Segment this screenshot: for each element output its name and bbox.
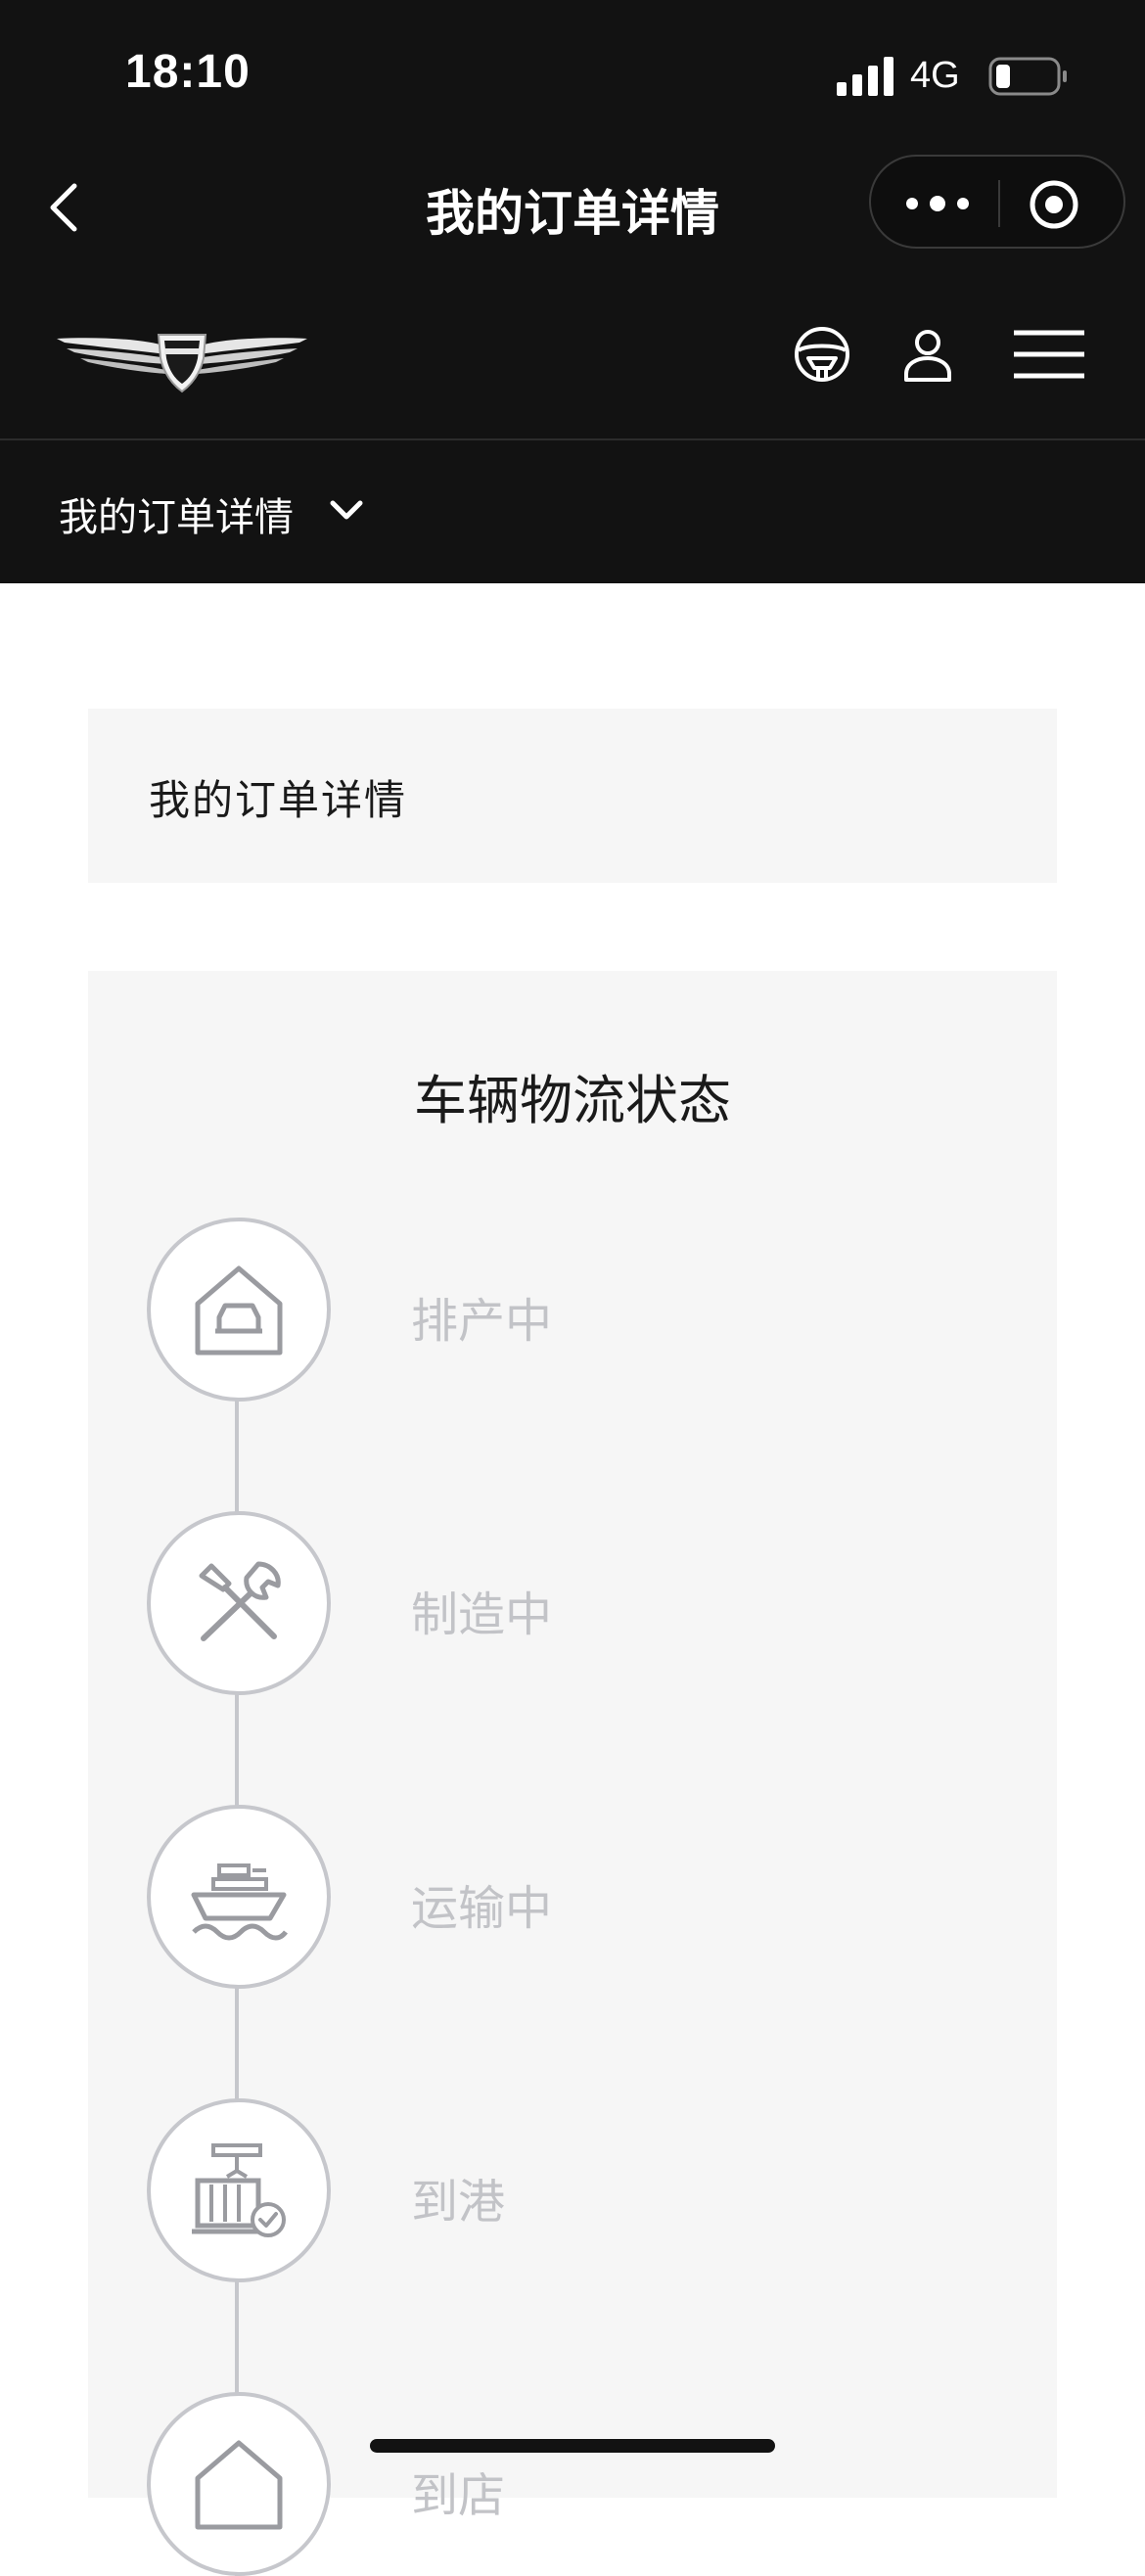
factory-icon	[195, 1265, 283, 1356]
step-circle	[147, 1805, 331, 1989]
step-label: 排产中	[411, 1294, 553, 1349]
more-dots-icon[interactable]	[898, 186, 977, 221]
step-circle	[147, 2392, 331, 2576]
network-label: 4G	[910, 55, 960, 96]
brand-header	[0, 274, 1145, 440]
tools-icon	[199, 1561, 281, 1641]
order-title: 我的订单详情	[149, 776, 408, 824]
step-circle	[147, 2098, 331, 2282]
capsule-divider	[998, 180, 1000, 227]
signal-icon	[837, 57, 893, 96]
close-target-icon[interactable]	[1028, 178, 1080, 231]
port-container-icon	[192, 2143, 286, 2237]
logistics-status-card: 车辆物流状态 排产中 制造中 运输中 到港 到店	[88, 971, 1057, 2576]
steering-wheel-icon[interactable]	[787, 319, 857, 390]
main-content: 我的订单详情 车辆物流状态 排产中 制造中 运输中 到港 到店	[0, 583, 1145, 2576]
step-label: 运输中	[411, 1881, 553, 1936]
logistics-step-scheduling: 排产中	[147, 1218, 1028, 1402]
status-time: 18:10	[125, 46, 251, 98]
logistics-step-arrived-port: 到港	[147, 2098, 1028, 2282]
step-label: 到港	[411, 2175, 506, 2230]
logistics-step-shipping: 运输中	[147, 1805, 1028, 1989]
logistics-title: 车辆物流状态	[414, 1070, 731, 1131]
order-title-card: 我的订单详情	[88, 709, 1057, 883]
ship-icon	[191, 1863, 288, 1941]
section-dropdown[interactable]: 我的订单详情	[0, 440, 1145, 583]
genesis-logo[interactable]	[57, 325, 307, 393]
chevron-down-icon	[330, 500, 363, 520]
battery-icon	[988, 57, 1067, 96]
section-dropdown-label: 我的订单详情	[59, 495, 294, 540]
store-icon	[195, 2440, 283, 2530]
mini-program-capsule	[869, 155, 1125, 249]
menu-hamburger-icon[interactable]	[1010, 319, 1088, 390]
logistics-step-arrived-store: 到店	[147, 2392, 1028, 2576]
home-indicator	[370, 2439, 775, 2453]
step-label: 制造中	[411, 1587, 553, 1642]
nav-bar: 我的订单详情	[0, 147, 1145, 274]
step-circle	[147, 1218, 331, 1402]
status-bar: 18:10 4G	[0, 0, 1145, 147]
step-label: 到店	[411, 2468, 506, 2523]
step-circle	[147, 1511, 331, 1695]
logistics-step-manufacturing: 制造中	[147, 1511, 1028, 1695]
user-icon[interactable]	[893, 319, 963, 390]
